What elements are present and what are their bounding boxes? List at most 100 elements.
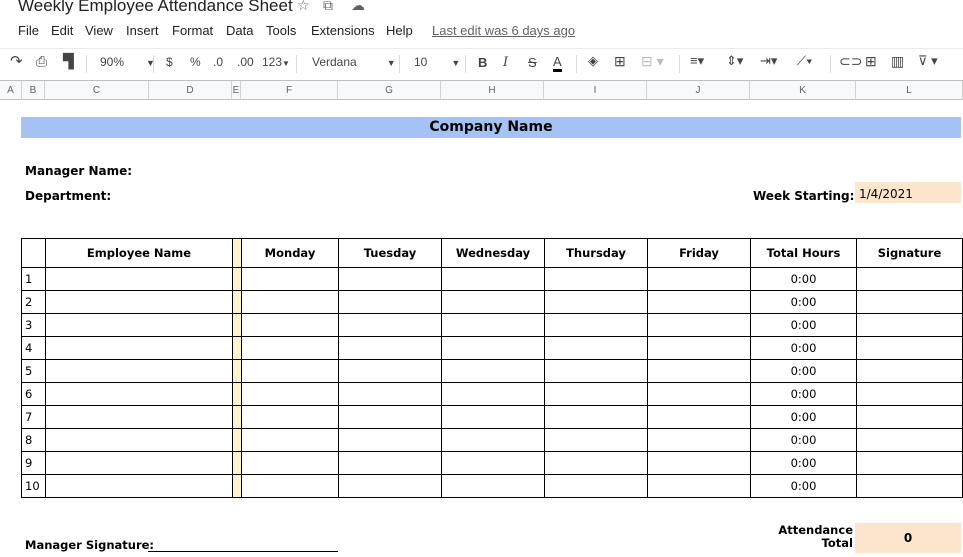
menu-format[interactable]: Format (172, 23, 213, 38)
spacer-cell[interactable] (232, 267, 242, 291)
vertical-align-icon[interactable]: ⇕▾ (726, 53, 743, 69)
header-tuesday[interactable]: Tuesday (338, 238, 442, 268)
monday-cell[interactable] (241, 428, 339, 452)
header-thursday[interactable]: Thursday (544, 238, 648, 268)
row-number-cell[interactable]: 1 (21, 267, 46, 291)
header-employee-name[interactable]: Employee Name (45, 238, 233, 268)
total-hours-cell[interactable]: 0:00 (750, 382, 857, 406)
signature-cell[interactable] (856, 290, 963, 314)
employee-name-cell[interactable] (45, 474, 233, 498)
wednesday-cell[interactable] (441, 382, 545, 406)
monday-cell[interactable] (241, 359, 339, 383)
column-header-d[interactable]: D (149, 81, 232, 100)
menu-help[interactable]: Help (386, 23, 413, 38)
thursday-cell[interactable] (544, 474, 648, 498)
header-signature[interactable]: Signature (856, 238, 963, 268)
spacer-cell[interactable] (232, 290, 242, 314)
row-number-cell[interactable]: 4 (21, 336, 46, 360)
total-hours-cell[interactable]: 0:00 (750, 336, 857, 360)
header-total-hours[interactable]: Total Hours (750, 238, 857, 268)
zoom-select[interactable]: 90% ▼ (100, 55, 155, 69)
column-header-i[interactable]: I (544, 81, 647, 100)
thursday-cell[interactable] (544, 267, 648, 291)
menu-insert[interactable]: Insert (126, 23, 159, 38)
menu-data[interactable]: Data (226, 23, 253, 38)
column-header-h[interactable]: H (441, 81, 544, 100)
employee-name-cell[interactable] (45, 290, 233, 314)
row-number-cell[interactable]: 3 (21, 313, 46, 337)
increase-decimal-button[interactable]: .00 (237, 55, 254, 69)
thursday-cell[interactable] (544, 451, 648, 475)
monday-cell[interactable] (241, 451, 339, 475)
friday-cell[interactable] (647, 428, 751, 452)
signature-cell[interactable] (856, 405, 963, 429)
wednesday-cell[interactable] (441, 290, 545, 314)
total-hours-cell[interactable]: 0:00 (750, 474, 857, 498)
decrease-decimal-button[interactable]: .0 (213, 55, 223, 69)
thursday-cell[interactable] (544, 405, 648, 429)
signature-cell[interactable] (856, 336, 963, 360)
signature-cell[interactable] (856, 313, 963, 337)
signature-cell[interactable] (856, 382, 963, 406)
menu-tools[interactable]: Tools (266, 23, 296, 38)
friday-cell[interactable] (647, 382, 751, 406)
friday-cell[interactable] (647, 474, 751, 498)
wednesday-cell[interactable] (441, 428, 545, 452)
employee-name-cell[interactable] (45, 451, 233, 475)
friday-cell[interactable] (647, 359, 751, 383)
signature-cell[interactable] (856, 428, 963, 452)
menu-file[interactable]: File (18, 23, 39, 38)
row-number-cell[interactable]: 9 (21, 451, 46, 475)
tuesday-cell[interactable] (338, 313, 442, 337)
insert-comment-icon[interactable]: ⊞ (865, 53, 877, 70)
wednesday-cell[interactable] (441, 405, 545, 429)
monday-cell[interactable] (241, 474, 339, 498)
tuesday-cell[interactable] (338, 474, 442, 498)
friday-cell[interactable] (647, 313, 751, 337)
strikethrough-button[interactable]: S (528, 55, 537, 70)
spacer-cell[interactable] (232, 405, 242, 429)
attendance-total-value[interactable]: 0 (855, 523, 961, 553)
wednesday-cell[interactable] (441, 267, 545, 291)
friday-cell[interactable] (647, 336, 751, 360)
monday-cell[interactable] (241, 313, 339, 337)
thursday-cell[interactable] (544, 313, 648, 337)
spacer-cell[interactable] (232, 359, 242, 383)
thursday-cell[interactable] (544, 382, 648, 406)
wednesday-cell[interactable] (441, 336, 545, 360)
wednesday-cell[interactable] (441, 474, 545, 498)
employee-name-cell[interactable] (45, 405, 233, 429)
monday-cell[interactable] (241, 382, 339, 406)
total-hours-cell[interactable]: 0:00 (750, 313, 857, 337)
text-color-button[interactable]: A (553, 55, 562, 72)
wednesday-cell[interactable] (441, 359, 545, 383)
column-header-a[interactable]: A (0, 81, 22, 100)
signature-cell[interactable] (856, 359, 963, 383)
merge-cells-icon[interactable]: ⊟ ▾ (641, 53, 664, 70)
monday-cell[interactable] (241, 290, 339, 314)
header-friday[interactable]: Friday (647, 238, 751, 268)
manager-signature-line[interactable] (148, 551, 338, 552)
week-starting-cell[interactable]: 1/4/2021 (855, 182, 961, 203)
spacer-cell[interactable] (232, 336, 242, 360)
star-icon[interactable]: ☆ (297, 0, 310, 14)
borders-icon[interactable]: ⊞ (614, 53, 626, 70)
total-hours-cell[interactable]: 0:00 (750, 290, 857, 314)
fill-color-icon[interactable]: ◈ (588, 53, 598, 69)
redo-icon[interactable]: ↷ (10, 52, 23, 70)
more-formats-button[interactable]: 123▼ (262, 55, 290, 69)
spacer-cell[interactable] (232, 428, 242, 452)
menu-view[interactable]: View (85, 23, 113, 38)
signature-cell[interactable] (856, 451, 963, 475)
row-number-cell[interactable]: 8 (21, 428, 46, 452)
horizontal-align-icon[interactable]: ≡▾ (690, 53, 704, 69)
total-hours-cell[interactable]: 0:00 (750, 428, 857, 452)
employee-name-cell[interactable] (45, 336, 233, 360)
company-name-header[interactable]: Company Name (21, 117, 961, 138)
currency-format-button[interactable]: $ (166, 55, 173, 69)
thursday-cell[interactable] (544, 336, 648, 360)
font-size-select[interactable]: 10 ▼ (414, 55, 460, 69)
menu-extensions[interactable]: Extensions (311, 23, 375, 38)
column-header-k[interactable]: K (750, 81, 856, 100)
spacer-cell[interactable] (232, 382, 242, 406)
